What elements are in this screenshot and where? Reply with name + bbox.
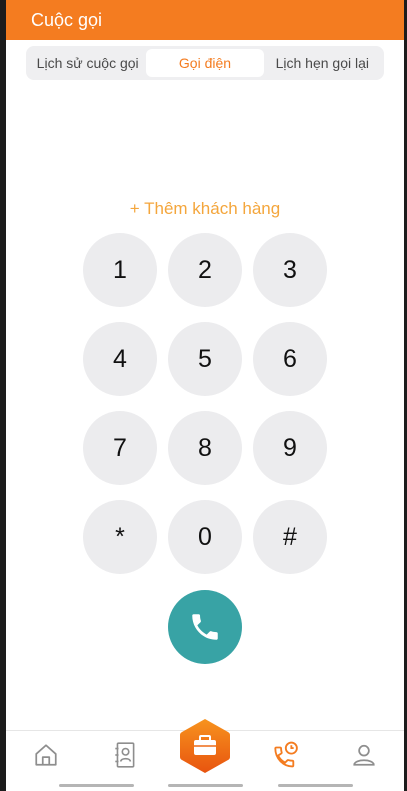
tab-callback-schedule[interactable]: Lịch hẹn gọi lại bbox=[264, 49, 381, 77]
app-screen: Cuộc gọi Lịch sử cuộc gọi Gọi điện Lịch … bbox=[6, 0, 404, 791]
key-star[interactable]: * bbox=[83, 500, 157, 574]
phone-history-icon bbox=[274, 741, 298, 768]
nav-home[interactable] bbox=[26, 739, 66, 771]
key-4[interactable]: 4 bbox=[83, 322, 157, 396]
call-button[interactable] bbox=[168, 590, 242, 664]
key-3[interactable]: 3 bbox=[253, 233, 327, 307]
bottom-navigation bbox=[6, 719, 404, 791]
tab-bar: Lịch sử cuộc gọi Gọi điện Lịch hẹn gọi l… bbox=[26, 46, 384, 80]
key-6[interactable]: 6 bbox=[253, 322, 327, 396]
gesture-bars bbox=[6, 784, 404, 788]
app-header: Cuộc gọi bbox=[6, 0, 404, 40]
key-0[interactable]: 0 bbox=[168, 500, 242, 574]
nav-calls[interactable] bbox=[265, 739, 305, 771]
dial-keypad: 1 2 3 4 5 6 7 8 9 * 0 # bbox=[6, 233, 404, 574]
gesture-bar-left bbox=[59, 784, 134, 787]
nav-contacts[interactable] bbox=[105, 739, 145, 771]
key-7[interactable]: 7 bbox=[83, 411, 157, 485]
key-1[interactable]: 1 bbox=[83, 233, 157, 307]
gesture-bar-right bbox=[278, 784, 353, 787]
key-2[interactable]: 2 bbox=[168, 233, 242, 307]
contacts-book-icon bbox=[115, 742, 135, 768]
briefcase-icon bbox=[180, 719, 230, 773]
page-title: Cuộc gọi bbox=[31, 9, 103, 30]
key-9[interactable]: 9 bbox=[253, 411, 327, 485]
key-5[interactable]: 5 bbox=[168, 322, 242, 396]
tab-call-history[interactable]: Lịch sử cuộc gọi bbox=[29, 49, 146, 77]
key-8[interactable]: 8 bbox=[168, 411, 242, 485]
home-icon bbox=[35, 744, 57, 766]
gesture-bar-center bbox=[168, 784, 243, 787]
phone-icon bbox=[192, 614, 218, 640]
key-hash[interactable]: # bbox=[253, 500, 327, 574]
tab-dial[interactable]: Gọi điện bbox=[146, 49, 264, 77]
add-customer-link[interactable]: + Thêm khách hàng bbox=[6, 199, 404, 219]
user-icon bbox=[353, 744, 375, 766]
nav-profile[interactable] bbox=[344, 739, 384, 771]
nav-workspace[interactable] bbox=[178, 717, 232, 775]
